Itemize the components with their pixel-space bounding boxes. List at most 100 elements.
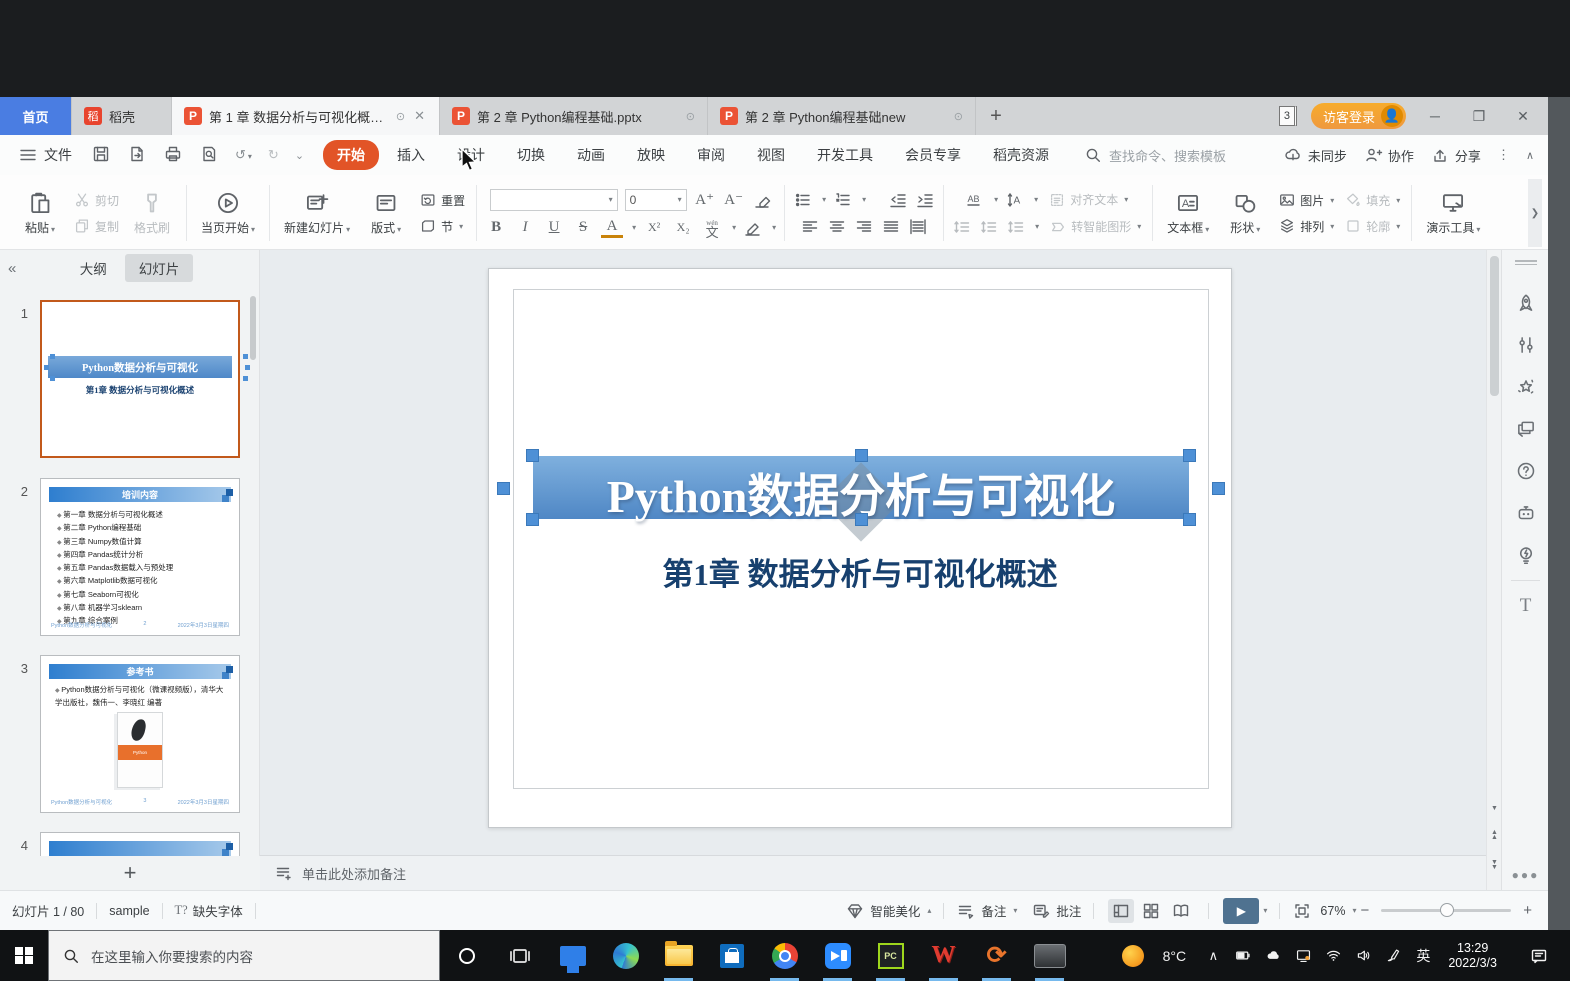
menu-tab-插入[interactable]: 插入: [383, 140, 439, 170]
to-smart-graphic-button[interactable]: 转智能图形 ▾: [1046, 217, 1144, 237]
share-button[interactable]: 分享: [1430, 145, 1481, 165]
slide-thumbnail-2[interactable]: 培训内容第一章 数据分析与可视化概述第二章 Python编程基础第三章 Nump…: [40, 478, 240, 636]
start-button[interactable]: [0, 930, 48, 981]
save-button[interactable]: [84, 144, 118, 167]
arrange-button[interactable]: 排列 ▾: [1275, 216, 1337, 236]
notes-toggle-button[interactable]: 备注 ▾: [956, 901, 1017, 921]
subscript-button[interactable]: X₂: [672, 220, 694, 235]
duplicate-slide-button[interactable]: [1502, 418, 1549, 440]
panel-tab-幻灯片[interactable]: 幻灯片: [124, 254, 194, 282]
menu-tab-视图[interactable]: 视图: [743, 140, 799, 170]
taskbar-app-terminal[interactable]: [1023, 930, 1076, 981]
distribute-icon[interactable]: [908, 217, 928, 237]
file-menu[interactable]: 文件: [8, 145, 82, 165]
decrease-indent-icon[interactable]: [888, 190, 908, 210]
new-tab-button[interactable]: +: [976, 97, 1016, 135]
menu-tab-开发工具[interactable]: 开发工具: [803, 140, 887, 170]
superscript-button[interactable]: X²: [643, 220, 665, 235]
taskbar-app-pycharm[interactable]: PC: [864, 930, 917, 981]
highlight-icon[interactable]: [743, 218, 763, 238]
play-from-current-button[interactable]: 当页开始 ▾: [195, 188, 261, 238]
textbox-button[interactable]: A 文本框 ▾: [1161, 188, 1215, 238]
font-color-button[interactable]: A: [601, 218, 624, 238]
tab-close-icon[interactable]: ✕: [412, 108, 427, 124]
slideshow-play-button[interactable]: ▶: [1223, 897, 1260, 924]
strikethrough-button[interactable]: S: [572, 219, 594, 236]
inspiration-button[interactable]: [1502, 544, 1549, 566]
selection-handle[interactable]: [1183, 513, 1196, 526]
menu-tab-动画[interactable]: 动画: [563, 140, 619, 170]
menu-tab-稻壳资源[interactable]: 稻壳资源: [979, 140, 1063, 170]
collapse-panel-button[interactable]: «: [8, 260, 16, 277]
slide-page[interactable]: Python数据分析与可视化 第1章 数据分析与可视化概述: [488, 268, 1232, 828]
underline-button[interactable]: U: [543, 219, 565, 236]
reset-button[interactable]: 重置: [416, 190, 468, 210]
taskbar-app-store[interactable]: [705, 930, 758, 981]
panel-tab-大纲[interactable]: 大纲: [66, 254, 121, 282]
more-menu-button[interactable]: ⋮: [1497, 147, 1510, 163]
align-left-icon[interactable]: [800, 217, 820, 237]
slide-editor-canvas[interactable]: Python数据分析与可视化 第1章 数据分析与可视化概述: [260, 250, 1486, 855]
outline-button[interactable]: 轮廓 ▾: [1341, 216, 1403, 236]
taskbar-app-explorer[interactable]: [652, 930, 705, 981]
justify-icon[interactable]: [881, 217, 901, 237]
character-spacing-icon[interactable]: A: [1005, 190, 1025, 210]
quickbar-more-button[interactable]: ⌄: [288, 149, 311, 162]
selection-handle[interactable]: [855, 449, 868, 462]
presentation-tools-button[interactable]: 演示工具 ▾: [1420, 188, 1486, 238]
scroll-down-button[interactable]: ▼: [1487, 798, 1502, 818]
layout-button[interactable]: 版式 ▾: [360, 188, 412, 238]
smart-beautify-button[interactable]: 智能美化 ▴: [845, 901, 931, 921]
title-placeholder[interactable]: Python数据分析与可视化: [533, 456, 1189, 542]
zoom-level[interactable]: 67% ▾: [1320, 904, 1356, 918]
window-stack-badge[interactable]: 3: [1278, 106, 1297, 126]
effects-button[interactable]: [1502, 376, 1549, 398]
command-search-input[interactable]: 查找命令、搜索模板: [1083, 145, 1273, 165]
preview-button[interactable]: [192, 144, 226, 167]
slide-thumbnail-4[interactable]: [40, 832, 240, 856]
sync-status-button[interactable]: 未同步: [1283, 145, 1347, 165]
minimize-button[interactable]: ─: [1420, 108, 1450, 124]
selection-handle[interactable]: [1212, 481, 1225, 495]
selection-handle[interactable]: [526, 449, 539, 462]
section-button[interactable]: 节 ▾: [416, 216, 468, 236]
settings-button[interactable]: [1502, 334, 1549, 356]
clear-format-icon[interactable]: [752, 190, 772, 210]
italic-button[interactable]: I: [514, 219, 536, 236]
menu-tab-放映[interactable]: 放映: [623, 140, 679, 170]
missing-font-warning[interactable]: T? 缺失字体: [175, 901, 243, 920]
action-center-button[interactable]: [1522, 946, 1556, 966]
reading-view-button[interactable]: [1168, 899, 1194, 923]
align-text-button[interactable]: 对齐文本 ▾: [1045, 190, 1131, 210]
selection-handle[interactable]: [526, 513, 539, 526]
numbered-list-icon[interactable]: [833, 190, 853, 210]
add-slide-button[interactable]: +: [0, 856, 260, 890]
line-spacing-icon[interactable]: [1006, 217, 1026, 237]
font-name-select[interactable]: ▾: [489, 188, 618, 211]
help-button[interactable]: [1502, 460, 1549, 482]
increase-indent-icon[interactable]: [915, 190, 935, 210]
menu-tab-开始[interactable]: 开始: [323, 140, 380, 170]
editor-scrollbar[interactable]: ▼ ▲ ▲ ▼ ▼: [1486, 250, 1501, 890]
tab-home[interactable]: 首页: [0, 97, 72, 135]
ribbon-scroll-right-button[interactable]: ❯: [1528, 179, 1542, 247]
zoom-out-button[interactable]: −: [1356, 902, 1373, 919]
tab-docer[interactable]: 稻 稻壳: [72, 97, 172, 135]
volume-icon[interactable]: [1350, 947, 1376, 964]
taskbar-app-sync[interactable]: ⟳: [970, 930, 1023, 981]
guest-login-button[interactable]: 访客登录 👤: [1310, 103, 1406, 129]
taskbar-app-chrome[interactable]: [758, 930, 811, 981]
font-size-select[interactable]: 0 ▾: [624, 188, 687, 211]
scrollbar-thumb[interactable]: [1490, 256, 1499, 396]
cortana-button[interactable]: [440, 930, 493, 981]
taskbar-app-meeting[interactable]: [811, 930, 864, 981]
clock[interactable]: 13:29 2022/3/3: [1440, 941, 1505, 971]
print-button[interactable]: [156, 144, 190, 167]
decrease-font-button[interactable]: A⁻: [723, 190, 745, 209]
menu-tab-审阅[interactable]: 审阅: [683, 140, 739, 170]
copy-button[interactable]: 复制: [70, 216, 122, 236]
zoom-slider[interactable]: [1381, 903, 1512, 917]
document-tab-3[interactable]: P 第 2 章 Python编程基础new ⊙: [708, 97, 976, 135]
fit-slide-button[interactable]: [1292, 901, 1312, 921]
normal-view-button[interactable]: [1108, 898, 1135, 923]
